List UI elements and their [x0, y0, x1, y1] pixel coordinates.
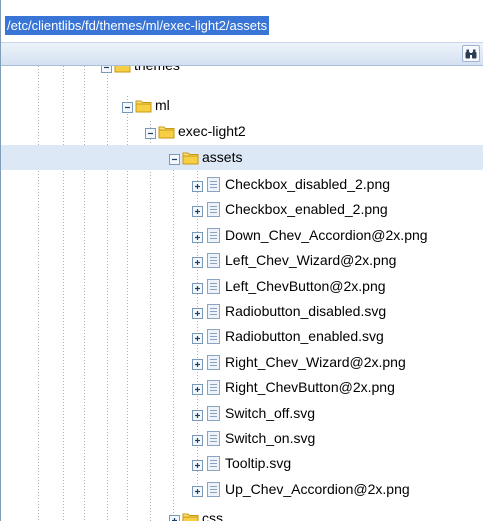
node-label: Right_Chev_Wizard@2x.png — [225, 353, 406, 370]
tree-node-exec-light2[interactable]: exec-light2 — [1, 119, 483, 144]
repository-browser: /etc/clientlibs/fd/themes/ml/exec-light2… — [0, 0, 483, 521]
file-icon — [205, 278, 222, 295]
tree-node-file[interactable]: Switch_on.svg — [1, 426, 483, 451]
collapse-toggle-icon[interactable] — [122, 100, 133, 113]
node-label: Left_ChevButton@2x.png — [225, 277, 386, 294]
file-icon — [205, 430, 222, 447]
file-icon — [205, 303, 222, 320]
tree-node-file[interactable]: Radiobutton_enabled.svg — [1, 324, 483, 349]
expand-toggle-icon[interactable] — [169, 513, 180, 521]
expand-toggle-icon[interactable] — [192, 357, 203, 370]
node-label: Switch_on.svg — [225, 430, 316, 446]
expand-toggle-icon[interactable] — [192, 458, 203, 472]
expand-toggle-icon[interactable] — [192, 230, 203, 243]
expand-toggle-icon[interactable] — [192, 306, 203, 319]
tree-node-file[interactable]: Right_Chev_Wizard@2x.png — [1, 350, 483, 375]
tree-node-file[interactable]: Radiobutton_disabled.svg — [1, 299, 483, 324]
expand-toggle-icon[interactable] — [192, 204, 203, 218]
file-icon — [205, 201, 222, 218]
tree-node-file[interactable]: Left_ChevButton@2x.png — [1, 274, 483, 299]
node-label: Radiobutton_enabled.svg — [225, 328, 384, 345]
node-label: assets — [202, 149, 243, 165]
expand-toggle-icon[interactable] — [192, 484, 203, 497]
tree-node-css[interactable]: css — [1, 506, 483, 521]
tree-node-file[interactable]: Left_Chev_Wizard@2x.png — [1, 248, 483, 273]
file-icon — [205, 455, 222, 472]
file-icon — [205, 379, 222, 396]
file-icon — [205, 481, 222, 498]
expand-toggle-icon[interactable] — [192, 331, 203, 345]
tree-node-ml[interactable]: ml — [1, 93, 483, 118]
tree-node-assets[interactable]: assets — [1, 145, 483, 170]
tree-node-file[interactable]: Checkbox_disabled_2.png — [1, 172, 483, 197]
node-label: Switch_off.svg — [225, 404, 316, 421]
file-icon — [205, 328, 222, 345]
find-button[interactable] — [462, 45, 480, 62]
binoculars-icon — [465, 49, 477, 58]
folder-icon — [158, 123, 175, 140]
file-icon — [205, 227, 222, 244]
folder-icon — [182, 149, 199, 166]
tree-node-file[interactable]: Down_Chev_Accordion@2x.png — [1, 223, 483, 248]
toolbar — [1, 43, 483, 66]
node-label: css — [202, 510, 223, 521]
tree-node-file[interactable]: Checkbox_enabled_2.png — [1, 197, 483, 222]
collapse-toggle-icon[interactable] — [145, 126, 156, 139]
tree-node-file[interactable]: Switch_off.svg — [1, 401, 483, 426]
node-label: ml — [155, 97, 170, 113]
node-label: exec-light2 — [178, 123, 246, 139]
node-label: Radiobutton_disabled.svg — [225, 303, 387, 319]
expand-toggle-icon[interactable] — [192, 179, 203, 192]
node-label: Right_ChevButton@2x.png — [225, 379, 395, 396]
node-label: Checkbox_enabled_2.png — [225, 201, 388, 218]
expand-toggle-icon[interactable] — [192, 255, 203, 269]
node-label: themes — [134, 66, 180, 74]
expand-toggle-icon[interactable] — [192, 382, 203, 396]
node-label: Left_Chev_Wizard@2x.png — [225, 252, 397, 269]
path-bar: /etc/clientlibs/fd/themes/ml/exec-light2… — [1, 0, 483, 43]
file-icon — [205, 252, 222, 269]
node-label: Down_Chev_Accordion@2x.png — [225, 226, 428, 243]
folder-icon — [114, 66, 131, 74]
folder-icon — [182, 510, 199, 521]
node-label: Tooltip.svg — [225, 455, 292, 472]
expand-toggle-icon[interactable] — [192, 408, 203, 421]
repository-tree: themes ml exec-light2 assets Checkbox_disabl… — [1, 66, 483, 521]
file-icon — [205, 176, 222, 193]
tree-node-file[interactable]: Tooltip.svg — [1, 451, 483, 476]
file-icon — [205, 405, 222, 422]
folder-icon — [135, 97, 152, 114]
collapse-toggle-icon[interactable] — [169, 152, 180, 165]
file-icon — [205, 354, 222, 371]
collapse-toggle-icon[interactable] — [101, 66, 112, 73]
tree-node-file[interactable]: Right_ChevButton@2x.png — [1, 375, 483, 400]
node-label: Checkbox_disabled_2.png — [225, 176, 391, 192]
node-label: Up_Chev_Accordion@2x.png — [225, 480, 410, 497]
expand-toggle-icon[interactable] — [192, 433, 203, 446]
expand-toggle-icon[interactable] — [192, 281, 203, 294]
tree-node-themes[interactable]: themes — [1, 66, 483, 78]
tree-node-file[interactable]: Up_Chev_Accordion@2x.png — [1, 477, 483, 502]
path-input[interactable]: /etc/clientlibs/fd/themes/ml/exec-light2… — [5, 16, 270, 35]
